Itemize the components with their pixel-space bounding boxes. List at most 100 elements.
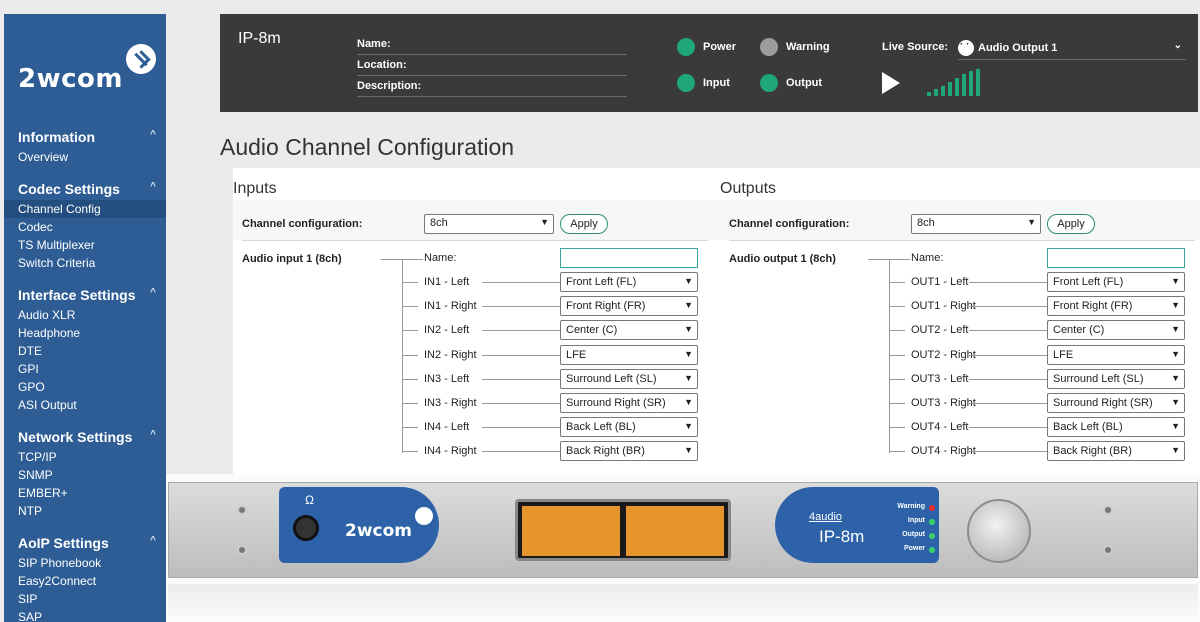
inputs-name-input[interactable] (560, 248, 698, 268)
sidebar-item[interactable]: Headphone (4, 324, 166, 342)
channel-label: IN2 - Left (424, 324, 470, 337)
sidebar-item[interactable]: Easy2Connect (4, 572, 166, 590)
sidebar-item[interactable]: DTE (4, 342, 166, 360)
logo-arrow-icon (126, 44, 156, 74)
nav-section-title: Codec Settings (18, 181, 120, 197)
channel-mapping-select[interactable]: LFE ▼ (1047, 344, 1185, 365)
outputs-channel-row: OUT4 - Left Back Left (BL) ▼ (889, 417, 1189, 439)
audio-level-meter-icon (927, 69, 983, 96)
name-field: Name: (357, 34, 627, 55)
warning-status-label: Warning (786, 41, 830, 53)
chevron-down-icon: ▼ (1171, 421, 1180, 432)
nav-section-title: Network Settings (18, 429, 133, 445)
channel-mapping-select[interactable]: Center (C) ▼ (560, 320, 698, 341)
channel-mapping-value: Center (C) (566, 324, 618, 337)
outputs-title: Outputs (720, 180, 777, 197)
chevron-down-icon: ▼ (684, 445, 693, 456)
inputs-channel-config-select[interactable]: 8ch ▼ (424, 214, 554, 234)
led-output: Output (879, 531, 935, 545)
channel-mapping-value: Back Right (BR) (1053, 445, 1132, 458)
nav-section-title: Information (18, 129, 95, 145)
sidebar-item[interactable]: Audio XLR (4, 306, 166, 324)
power-status-label: Power (703, 41, 737, 53)
outputs-channel-row: OUT2 - Right LFE ▼ (889, 344, 1189, 367)
sidebar-item[interactable]: NTP (4, 502, 166, 520)
logo-arrow-icon (415, 507, 433, 525)
sidebar-item[interactable]: TCP/IP (4, 448, 166, 466)
channel-mapping-select[interactable]: LFE ▼ (560, 344, 698, 365)
inputs-channel-row: IN2 - Right LFE ▼ (402, 344, 702, 367)
channel-label: OUT1 - Right (911, 300, 976, 313)
channel-mapping-value: Center (C) (1053, 324, 1105, 337)
sidebar-item[interactable]: SNMP (4, 466, 166, 484)
channel-mapping-value: Surround Right (SR) (566, 397, 666, 409)
sidebar-item[interactable]: Codec (4, 218, 166, 236)
device-header: IP-8m Name: Location: Description: Power… (220, 14, 1198, 112)
logo: 2wcom (18, 44, 158, 104)
channel-mapping-select[interactable]: Back Right (BR) ▼ (1047, 441, 1185, 462)
sidebar-item[interactable]: TS Multiplexer (4, 236, 166, 254)
outputs-name-input[interactable] (1047, 248, 1185, 268)
sidebar-item[interactable]: GPO (4, 378, 166, 396)
chevron-down-icon: ▼ (684, 397, 693, 407)
channel-label: IN4 - Right (424, 445, 477, 458)
sidebar-item[interactable]: Channel Config (4, 200, 166, 218)
sidebar-item[interactable]: Overview (4, 148, 166, 166)
outputs-apply-button[interactable]: Apply (1047, 214, 1095, 234)
channel-mapping-select[interactable]: Surround Right (SR) ▼ (1047, 393, 1185, 413)
description-field: Description: (357, 76, 627, 97)
status-leds: Warning Input Output Power (879, 503, 935, 559)
nav-section: Interface Settings ^ Audio XLR Headphone DTE… (4, 284, 166, 414)
rack-unit: Ω 2wcom 4audio IP-8m Warning Input Outpu… (168, 482, 1198, 578)
sidebar-item[interactable]: EMBER+ (4, 484, 166, 502)
nav-section: AoIP Settings ^ SIP Phonebook Easy2Connect S… (4, 532, 166, 622)
nav-section-header[interactable]: Information ^ (4, 126, 166, 148)
play-icon[interactable] (882, 72, 900, 94)
input-status: Input (677, 74, 730, 92)
channel-mapping-select[interactable]: Front Left (FL) ▼ (1047, 272, 1185, 292)
channel-mapping-select[interactable]: Surround Right (SR) ▼ (560, 393, 698, 413)
nav-section-header[interactable]: AoIP Settings ^ (4, 532, 166, 554)
sidebar-item[interactable]: SAP (4, 608, 166, 622)
channel-mapping-select[interactable]: Back Left (BL) ▼ (560, 417, 698, 438)
channel-mapping-value: Surround Right (SR) (1053, 397, 1153, 409)
chevron-down-icon: ▼ (540, 217, 549, 227)
channel-mapping-select[interactable]: Surround Left (SL) ▼ (560, 368, 698, 389)
live-source-select[interactable]: Audio Output 1 ⌄ (958, 36, 1186, 60)
channel-mapping-select[interactable]: Back Left (BL) ▼ (1047, 417, 1185, 438)
channel-label: OUT4 - Left (911, 421, 969, 434)
chevron-down-icon: ▼ (1171, 445, 1180, 456)
device-name: IP-8m (238, 30, 281, 47)
page-title: Audio Channel Configuration (220, 134, 515, 160)
channel-mapping-select[interactable]: Front Right (FR) ▼ (560, 296, 698, 317)
nav-section-header[interactable]: Network Settings ^ (4, 426, 166, 448)
channel-mapping-select[interactable]: Center (C) ▼ (1047, 320, 1185, 341)
inputs-apply-button[interactable]: Apply (560, 214, 608, 234)
channel-mapping-select[interactable]: Front Right (FR) ▼ (1047, 296, 1185, 317)
outputs-channel-config-select[interactable]: 8ch ▼ (911, 214, 1041, 234)
outputs-name-row: Name: (889, 248, 1189, 270)
sidebar-item[interactable]: ASI Output (4, 396, 166, 414)
channel-mapping-value: Front Left (FL) (1053, 276, 1124, 288)
channel-mapping-select[interactable]: Front Left (FL) ▼ (560, 272, 698, 292)
screw-icon (237, 545, 247, 555)
channel-mapping-select[interactable]: Surround Left (SL) ▼ (1047, 368, 1185, 389)
sidebar-item[interactable]: GPI (4, 360, 166, 378)
sidebar-item[interactable]: Switch Criteria (4, 254, 166, 272)
inputs-channel-row: IN1 - Right Front Right (FR) ▼ (402, 296, 702, 318)
channel-mapping-select[interactable]: Back Right (BR) ▼ (560, 441, 698, 462)
sidebar: 2wcom Information ^ Overview Codec Settings… (4, 14, 166, 622)
sidebar-item[interactable]: SIP (4, 590, 166, 608)
device-image: Ω 2wcom 4audio IP-8m Warning Input Outpu… (166, 474, 1200, 622)
chevron-down-icon: ▼ (1171, 348, 1180, 359)
nav-section-title: AoIP Settings (18, 535, 109, 551)
channel-mapping-value: Back Right (BR) (566, 445, 645, 458)
nav-section-header[interactable]: Codec Settings ^ (4, 178, 166, 200)
nav-section-header[interactable]: Interface Settings ^ (4, 284, 166, 306)
channel-mapping-value: LFE (1053, 348, 1074, 361)
screw-icon (1103, 545, 1113, 555)
input-status-dot (677, 74, 695, 92)
channel-mapping-value: LFE (566, 348, 587, 361)
sidebar-item[interactable]: SIP Phonebook (4, 554, 166, 572)
inputs-channel-row: IN3 - Right Surround Right (SR) ▼ (402, 393, 702, 415)
